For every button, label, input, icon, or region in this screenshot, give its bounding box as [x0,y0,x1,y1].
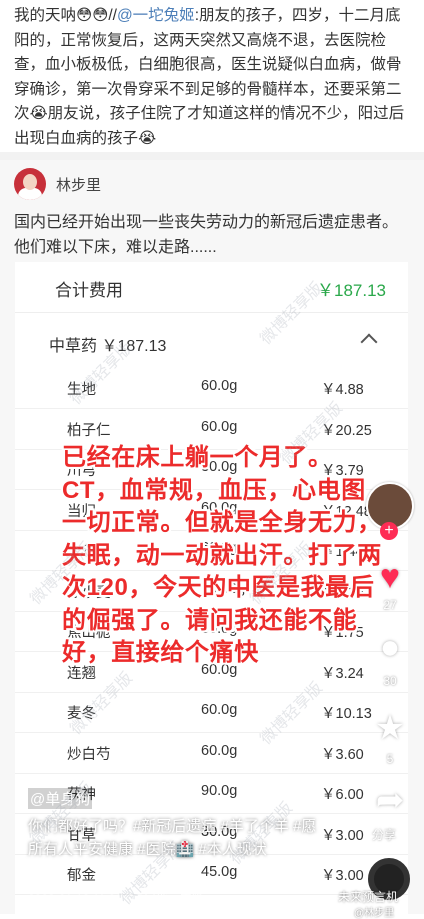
total-label: 合计费用 [55,281,123,300]
herb-qty: 60.0g [201,418,238,435]
comment-count: 30 [383,674,397,688]
category-row[interactable]: 中草药 ￥187.13 [15,312,408,368]
herb-name: 麦冬 [67,706,96,722]
herb-qty: 45.0g [201,864,238,880]
like-count: 27 [383,598,397,612]
herb-name: 生地 [67,382,96,398]
bill-total-row: 合计费用 ￥187.13 [15,262,408,313]
herb-price: ￥10.13 [321,706,372,722]
herb-price: ￥20.25 [321,422,372,439]
chevron-up-icon[interactable] [360,333,378,351]
overlay-caption: 已经在床上躺一个月了。CT，血常规，血压，心电图一切正常。但就是全身无力，失眠，… [62,444,382,666]
herb-name: 炒白芍 [67,746,111,763]
section-divider [0,152,424,160]
platform-watermark: 未来预言机 [338,890,399,904]
herb-price: ￥3.60 [321,746,364,763]
herb-row: 麦冬 60.0g ￥10.13 [15,692,408,733]
herb-price: ￥3.00 [321,868,364,884]
herb-row: 炒白芍 60.0g ￥3.60 [15,733,408,774]
original-post-text: 我的天呐😳😳//@一坨兔姬:朋友的孩子，四岁，十二月底阳的，正常恢复后，这两天突… [0,0,424,152]
author-watermark: @林步里 [354,908,395,919]
herb-qty: 60.0g [201,742,238,759]
caption-date: 2023-01-13 11:01 · IP属地：安徽 [28,892,204,906]
caption-handle[interactable]: @单身狗 [28,788,93,809]
star-icon[interactable]: ★ [370,708,410,748]
herb-price: ￥4.88 [321,382,364,398]
total-value: ￥187.13 [317,281,386,300]
category-label: 中草药 ￥187.13 [49,338,167,355]
herb-qty: 90.0g [201,783,238,799]
star-count: 5 [386,752,394,766]
herb-qty: 60.0g [201,378,238,394]
repost-author-row[interactable]: 林步里 [14,168,101,200]
herb-price: ￥6.00 [321,787,364,803]
post-text-part2: :朋友的孩子，四岁，十二月底阳的，正常恢复后，这两天突然又高烧不退，去医院检查，… [14,7,405,147]
comment-icon[interactable]: ● [370,628,410,667]
herb-qty: 60.0g [201,702,238,718]
follow-plus-icon[interactable]: + [380,522,398,540]
caption-text: 你们都好了吗？#新冠后遗症 #羊了个羊 #愿所有人平安健康 #医院🏥 #本人现状 [28,818,317,858]
share-label[interactable]: 分享 [372,826,396,843]
author-name[interactable]: 林步里 [56,174,101,195]
share-icon[interactable]: ➦ [370,780,410,820]
herb-name: 郁金 [67,868,96,884]
repost-text: 国内已经开始出现一些丧失劳动力的新冠后遗症患者。他们难以下床，难以走路.....… [14,214,399,256]
mention-link[interactable]: @一坨兔姬 [117,7,195,24]
author-avatar[interactable] [14,168,46,200]
post-text-part1: 我的天呐😳😳// [14,7,117,24]
herb-row: 生地 60.0g ￥4.88 [15,368,408,409]
herb-name: 柏子仁 [67,422,111,439]
heart-icon[interactable]: ♥ [370,558,410,597]
